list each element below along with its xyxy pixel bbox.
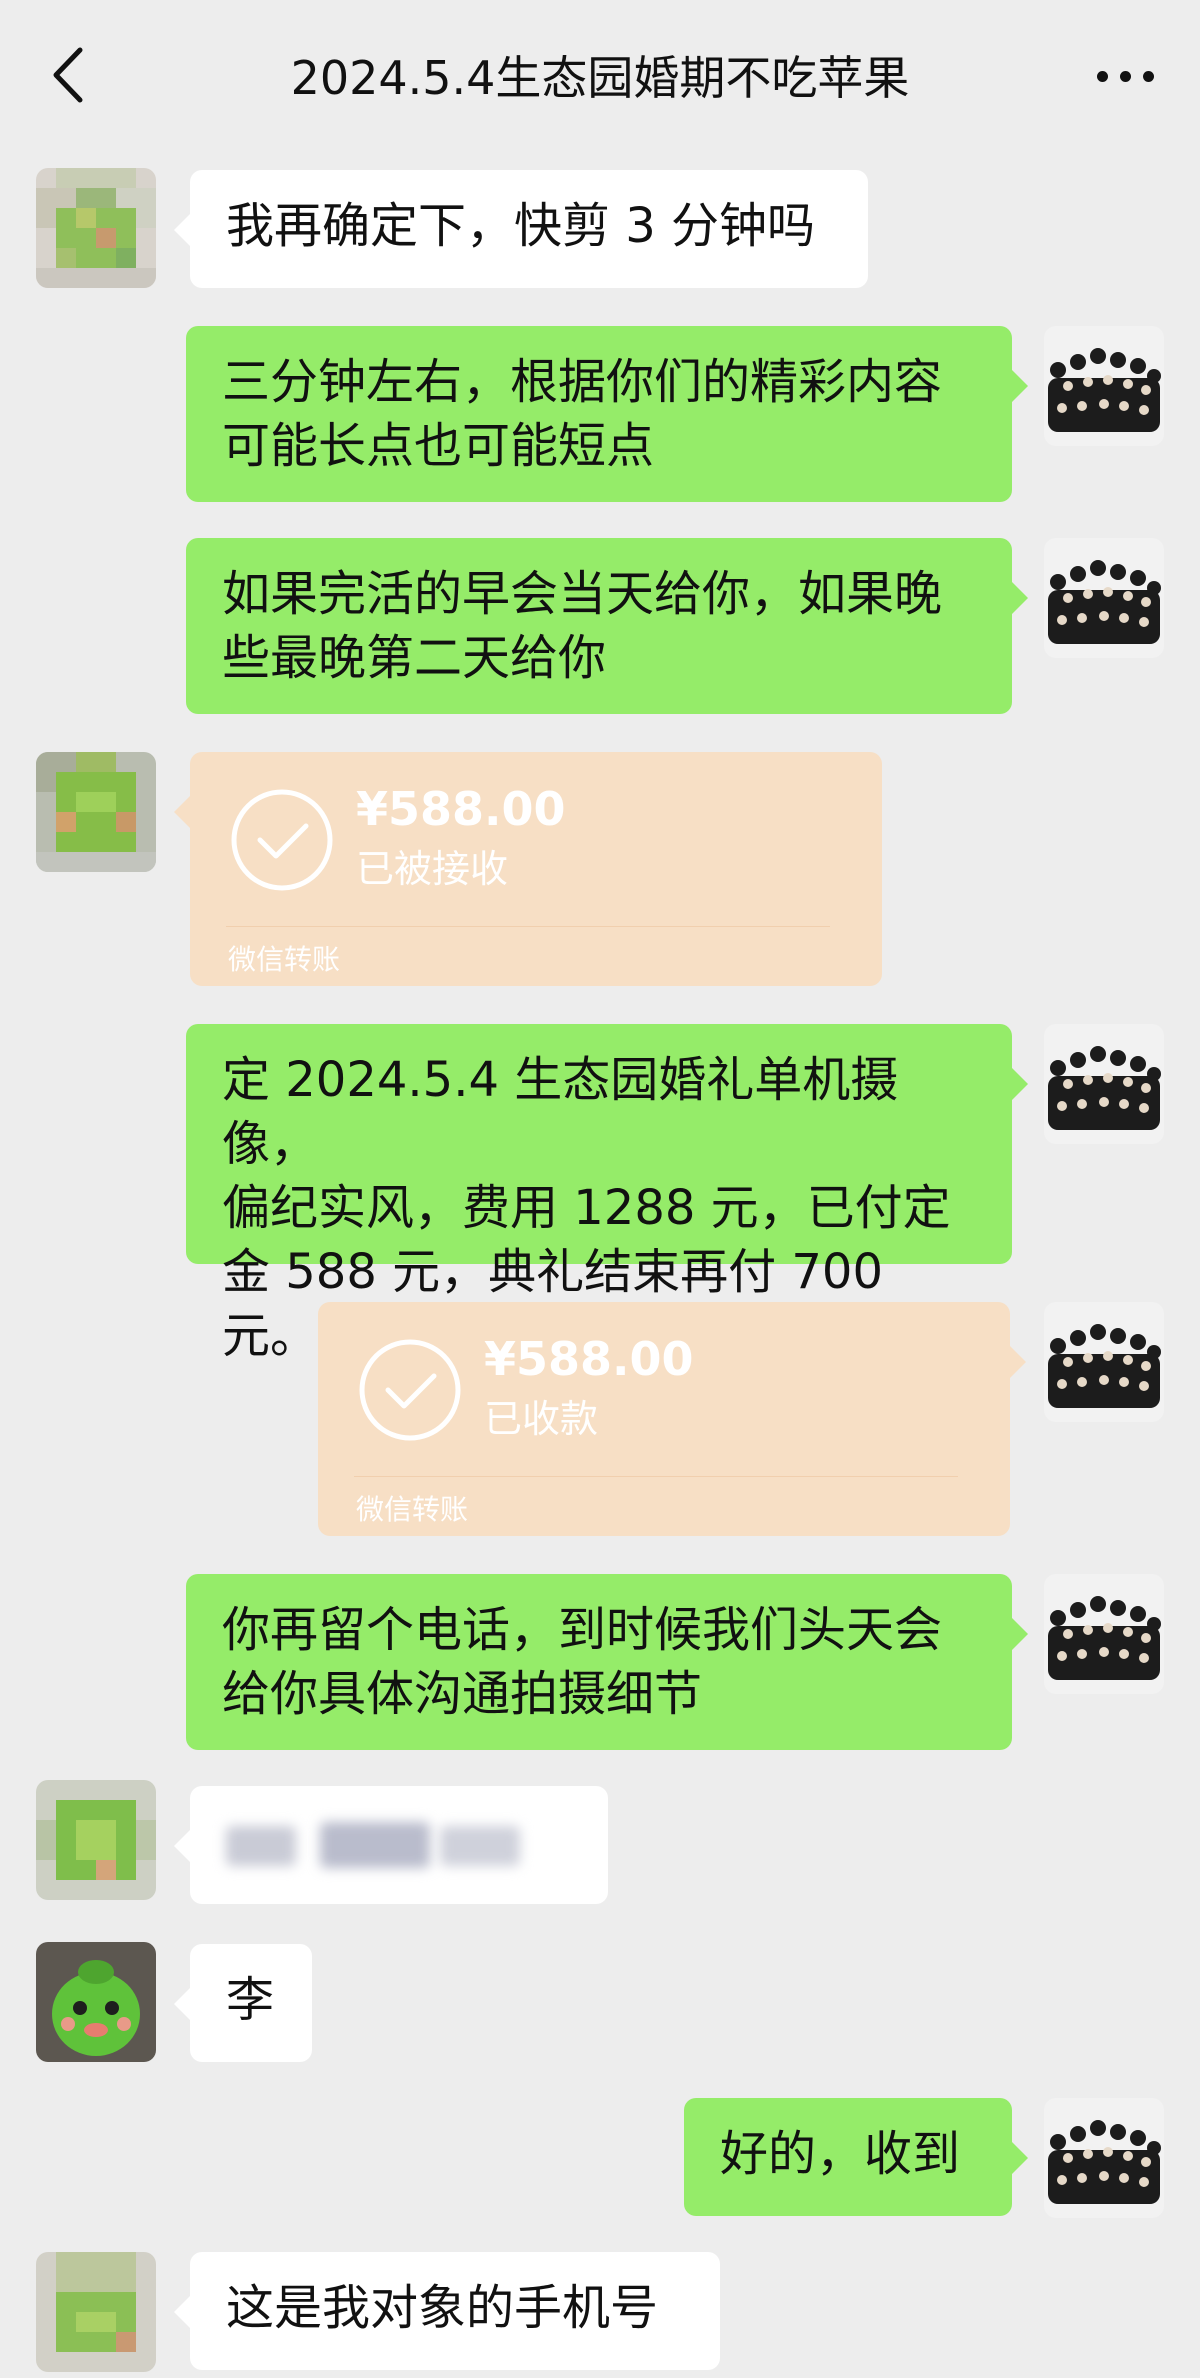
transfer-status: 已被接收: [356, 847, 509, 891]
message-line: 偏纪实风，费用 1288 元，已付定: [222, 1180, 951, 1236]
transfer-brand: 微信转账: [228, 943, 341, 976]
redacted-message[interactable]: [174, 1786, 608, 1904]
redacted-block: [320, 1822, 430, 1868]
divider: [354, 1476, 958, 1477]
message-bubble[interactable]: 你再留个电话，到时候我们头天会 给你具体沟通拍摄细节: [186, 1574, 1028, 1750]
back-button[interactable]: [40, 40, 100, 110]
message-line: 如果完活的早会当天给你，如果晚: [222, 566, 943, 622]
message-bubble[interactable]: 我再确定下，快剪 3 分钟吗: [174, 170, 868, 288]
transfer-card[interactable]: ¥588.00 已收款 微信转账: [318, 1302, 1026, 1536]
transfer-amount: ¥588.00: [356, 782, 566, 836]
message-line: 些最晚第二天给你: [222, 630, 607, 686]
message-text: 我再确定下，快剪 3 分钟吗: [226, 198, 816, 254]
message-text: 好的，收到: [720, 2126, 961, 2182]
my-avatar[interactable]: [1044, 326, 1164, 446]
my-avatar[interactable]: [1044, 538, 1164, 658]
redacted-block: [226, 1826, 296, 1866]
my-avatar[interactable]: [1044, 1574, 1164, 1694]
more-button[interactable]: [1080, 46, 1170, 106]
message-text: 李: [226, 1972, 275, 2028]
check-circle-icon: [231, 789, 333, 891]
message-bubble[interactable]: 定 2024.5.4 生态园婚礼单机摄像， 偏纪实风，费用 1288 元，已付定…: [186, 1024, 1028, 1364]
my-avatar[interactable]: [1044, 2098, 1164, 2218]
contact-avatar[interactable]: [36, 1780, 156, 1900]
my-avatar[interactable]: [1044, 1302, 1164, 1422]
transfer-status: 已收款: [484, 1397, 599, 1441]
contact-avatar[interactable]: [36, 168, 156, 288]
message-line: 定 2024.5.4 生态园婚礼单机摄像，: [222, 1052, 899, 1172]
message-line: 给你具体沟通拍摄细节: [222, 1666, 703, 1722]
chat-header: 2024.5.4生态园婚期不吃苹果: [0, 0, 1200, 150]
message-line: 三分钟左右，根据你们的精彩内容: [222, 354, 943, 410]
chevron-left-icon: [53, 47, 83, 103]
message-bubble[interactable]: 如果完活的早会当天给你，如果晚 些最晚第二天给你: [186, 538, 1028, 714]
message-text: 这是我对象的手机号: [226, 2280, 659, 2336]
message-bubble[interactable]: 李: [174, 1944, 312, 2062]
contact-avatar[interactable]: [36, 2252, 156, 2372]
transfer-amount: ¥588.00: [484, 1332, 694, 1386]
redacted-block: [440, 1826, 520, 1866]
message-line: 可能长点也可能短点: [222, 418, 655, 474]
transfer-brand: 微信转账: [356, 1493, 469, 1526]
contact-avatar[interactable]: [36, 752, 156, 872]
check-circle-icon: [359, 1339, 461, 1441]
chat-title: 2024.5.4生态园婚期不吃苹果: [290, 51, 910, 105]
message-bubble[interactable]: 好的，收到: [684, 2098, 1028, 2216]
divider: [226, 926, 830, 927]
transfer-card[interactable]: ¥588.00 已被接收 微信转账: [174, 752, 882, 986]
message-line: 你再留个电话，到时候我们头天会: [222, 1602, 943, 1658]
my-avatar[interactable]: [1044, 1024, 1164, 1144]
more-dots-icon: [1096, 70, 1108, 82]
message-bubble[interactable]: 三分钟左右，根据你们的精彩内容 可能长点也可能短点: [186, 326, 1028, 502]
message-bubble[interactable]: 这是我对象的手机号: [174, 2252, 720, 2370]
contact-avatar[interactable]: [36, 1942, 156, 2062]
